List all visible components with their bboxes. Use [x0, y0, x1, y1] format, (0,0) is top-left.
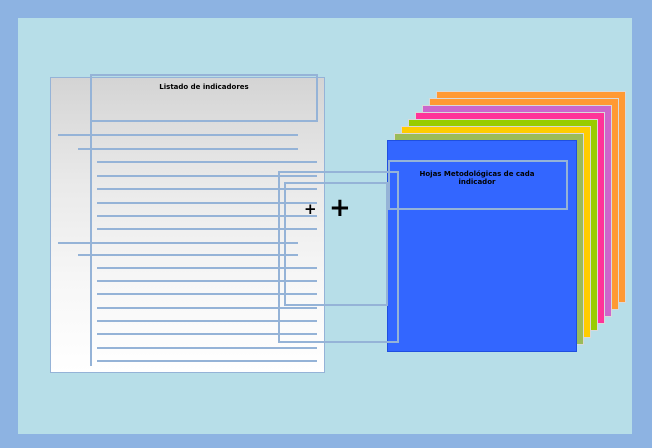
list-line — [97, 347, 317, 349]
list-line — [58, 134, 298, 136]
plus-sign-large: + — [329, 193, 351, 223]
list-title-box — [90, 74, 318, 122]
diagram-canvas: Listado de indicadores Hojas Metodológic… — [0, 0, 652, 448]
list-line — [97, 360, 317, 362]
plus-sign-small: + — [304, 200, 317, 218]
list-line — [78, 148, 298, 150]
list-title: Listado de indicadores — [159, 83, 249, 91]
sheets-title: Hojas Metodológicas de cada indicador — [419, 170, 535, 186]
list-line — [78, 254, 298, 256]
list-line — [58, 242, 298, 244]
list-line — [97, 161, 317, 163]
